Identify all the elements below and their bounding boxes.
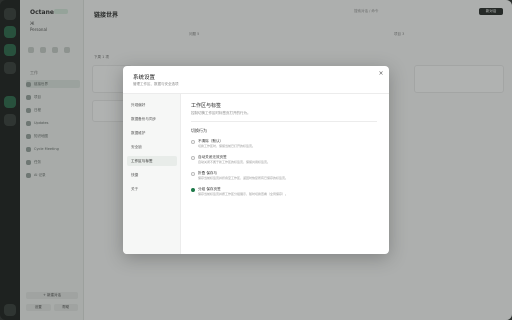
nav-security-lock[interactable]: 安全锁 — [127, 142, 177, 152]
radio-button[interactable] — [191, 140, 195, 144]
settings-nav: 外观偏好 数据备份与同步 数据维护 安全锁 工作区与标签 快捷 关于 — [123, 94, 181, 254]
option-group-save[interactable]: 分组 保存页签 保存当前标签页并按工作区分组展示，随时切换查看（全局保存）。 — [191, 187, 381, 201]
nav-shortcuts[interactable]: 快捷 — [127, 170, 177, 180]
pane-description: 控制切换工作区时标签页打开的行为。 — [191, 111, 251, 115]
nav-about[interactable]: 关于 — [127, 184, 177, 194]
pane-title: 工作区与标签 — [191, 103, 222, 109]
nav-appearance[interactable]: 外观偏好 — [127, 100, 177, 110]
radio-button-selected[interactable] — [191, 188, 195, 192]
nav-backup-sync[interactable]: 数据备份与同步 — [127, 114, 177, 124]
dialog-subtitle: 管理工作区、数据与安全选项 — [133, 82, 179, 86]
option-desc: 保存当前标签页并按工作区分组展示，随时切换查看（全局保存）。 — [198, 192, 289, 196]
option-fold-save[interactable]: 折叠 保存与 保存当前标签页并折叠至工作区，返回时恢复所有已保存的标签页。 — [191, 171, 381, 185]
option-desc: 自动关闭不属于新工作区的标签页，保留共用标签页。 — [198, 160, 271, 164]
divider — [191, 121, 377, 122]
radio-button[interactable] — [191, 156, 195, 160]
option-keep-tabs[interactable]: 不清除（默认） 切换工作区时，保留当前已打开的标签页。 — [191, 139, 381, 153]
settings-pane: 工作区与标签 控制切换工作区时标签页打开的行为。 切换行为 不清除（默认） 切换… — [181, 94, 389, 254]
nav-workspace-tabs[interactable]: 工作区与标签 — [127, 156, 177, 166]
close-icon[interactable]: × — [377, 70, 385, 78]
radio-button[interactable] — [191, 172, 195, 176]
option-desc: 保存当前标签页并折叠至工作区，返回时恢复所有已保存的标签页。 — [198, 176, 289, 180]
dialog-title: 系统设置 — [133, 75, 156, 81]
dialog-header: 系统设置 管理工作区、数据与安全选项 × — [123, 66, 389, 94]
option-desc: 切换工作区时，保留当前已打开的标签页。 — [198, 144, 256, 148]
option-auto-close[interactable]: 自动关闭无效页签 自动关闭不属于新工作区的标签页，保留共用标签页。 — [191, 155, 381, 169]
section-heading: 切换行为 — [191, 128, 207, 133]
nav-data-maintenance[interactable]: 数据维护 — [127, 128, 177, 138]
settings-dialog: 系统设置 管理工作区、数据与安全选项 × 外观偏好 数据备份与同步 数据维护 安… — [123, 66, 389, 254]
app-window: Octane Ж Personal 工作 链接世界 项目 日程 Updates … — [0, 0, 512, 320]
